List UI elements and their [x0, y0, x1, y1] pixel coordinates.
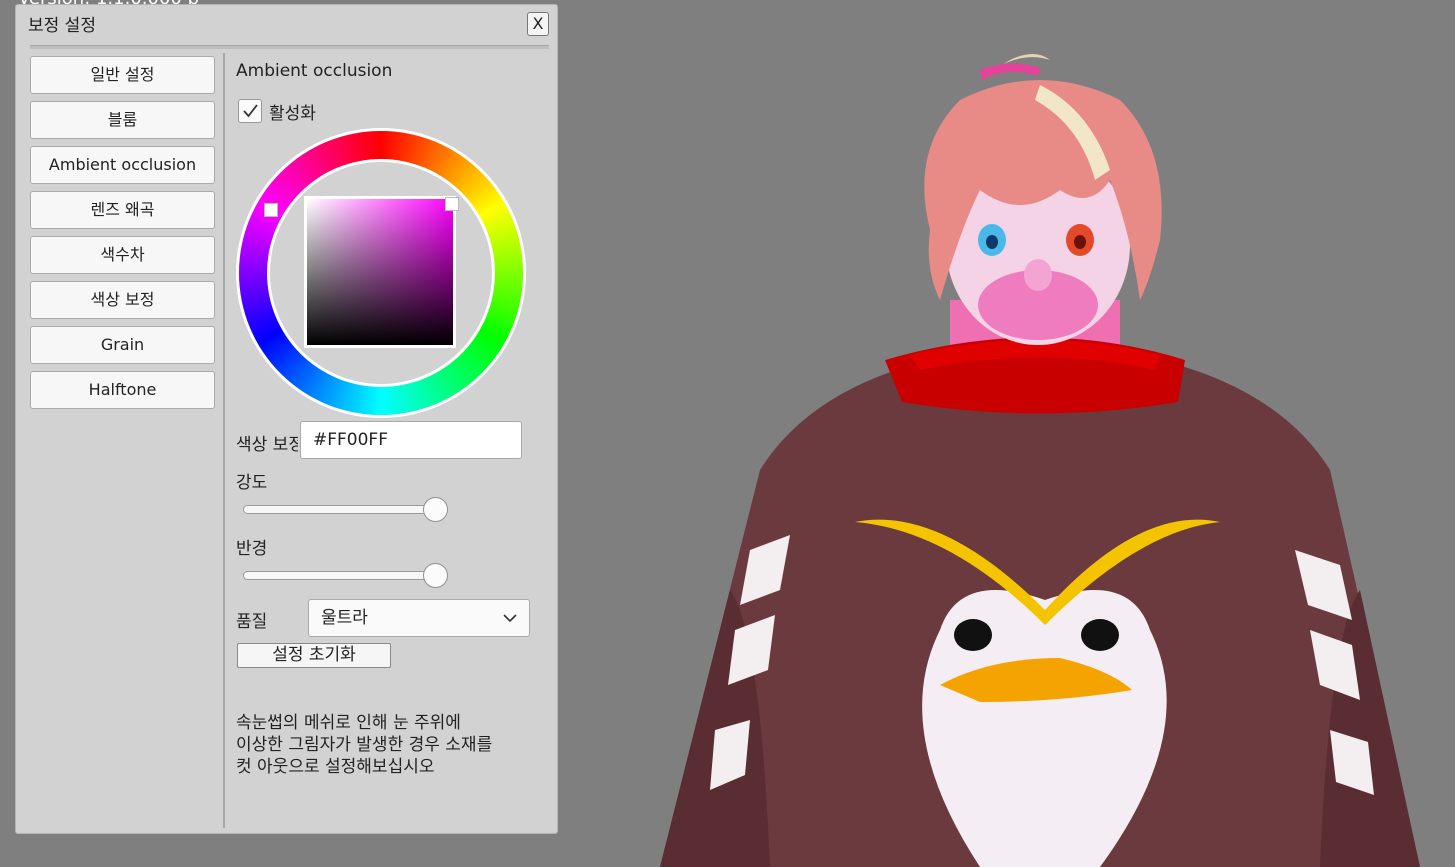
saturation-value-handle[interactable] [445, 197, 459, 211]
enable-label: 활성화 [269, 104, 316, 124]
radius-label: 반경 [236, 539, 268, 559]
character-illustration [660, 54, 1420, 867]
chevron-down-icon [503, 614, 517, 623]
intensity-slider-thumb[interactable] [423, 497, 449, 522]
enable-checkbox[interactable] [238, 99, 262, 123]
sidebar-item-halftone[interactable]: Halftone [30, 371, 215, 409]
reset-settings-button[interactable]: 설정 초기화 [237, 643, 391, 668]
quality-selected-value: 울트라 [321, 608, 368, 628]
hue-handle[interactable] [264, 203, 278, 217]
sidebar-item-general[interactable]: 일반 설정 [30, 56, 215, 94]
saturation-value-square[interactable] [304, 196, 456, 348]
panel-title: 보정 설정 [28, 16, 96, 36]
sidebar-item-lens-distortion[interactable]: 렌즈 왜곡 [30, 191, 215, 229]
intensity-slider-track[interactable] [243, 505, 441, 514]
color-picker[interactable] [239, 131, 523, 415]
radius-slider-track[interactable] [243, 571, 441, 580]
sidebar-item-chromatic-aberration[interactable]: 색수차 [30, 236, 215, 274]
radius-slider-thumb[interactable] [423, 563, 449, 588]
intensity-label: 강도 [236, 473, 268, 493]
sidebar-item-bloom[interactable]: 블룸 [30, 101, 215, 139]
close-button[interactable]: X [527, 12, 549, 36]
help-note: 속눈썹의 메쉬로 인해 눈 주위에 이상한 그림자가 발생한 경우 소재를 컷 … [236, 713, 493, 777]
color-label: 색상 보정 [236, 435, 298, 455]
vertical-divider [223, 53, 225, 828]
sidebar-item-color-grading[interactable]: 색상 보정 [30, 281, 215, 319]
hex-color-input[interactable]: #FF00FF [300, 421, 522, 459]
sidebar-item-grain[interactable]: Grain [30, 326, 215, 364]
quality-label: 품질 [236, 612, 268, 632]
quality-select[interactable]: 울트라 [308, 599, 530, 637]
title-divider [30, 45, 549, 49]
radius-slider[interactable] [243, 563, 449, 589]
checkmark-icon [243, 104, 258, 118]
sidebar-item-ambient-occlusion[interactable]: Ambient occlusion [30, 146, 215, 184]
sidebar: 일반 설정 블룸 Ambient occlusion 렌즈 왜곡 색수차 색상 … [30, 56, 215, 416]
intensity-slider[interactable] [243, 497, 449, 523]
post-processing-panel: 보정 설정 X 일반 설정 블룸 Ambient occlusion 렌즈 왜곡… [15, 4, 558, 834]
character-preview [640, 30, 1455, 867]
section-title: Ambient occlusion [236, 61, 393, 81]
